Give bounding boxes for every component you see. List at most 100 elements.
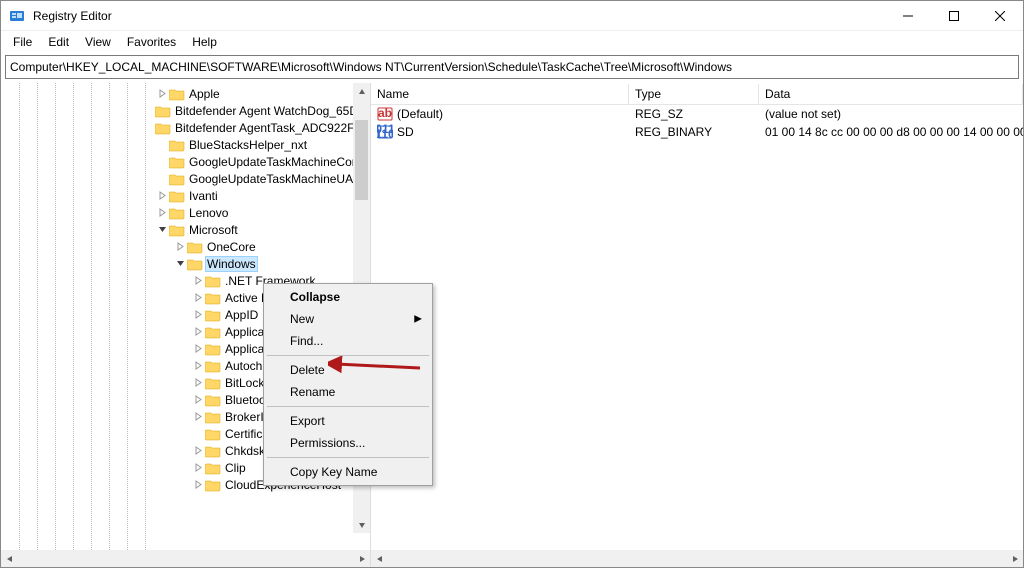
folder-icon — [205, 359, 221, 373]
tree-item[interactable]: Windows — [1, 255, 370, 272]
context-collapse[interactable]: Collapse — [266, 286, 430, 308]
chevron-down-icon[interactable] — [173, 259, 187, 268]
chevron-right-icon[interactable] — [191, 344, 205, 353]
tree-item-label: Bitdefender AgentTask_ADC922FE364548D4 — [173, 121, 370, 135]
chevron-down-icon[interactable] — [155, 225, 169, 234]
tree-item-label: Microsoft — [187, 223, 240, 237]
folder-icon — [205, 274, 221, 288]
menu-edit[interactable]: Edit — [40, 33, 77, 51]
tree-item[interactable]: Bitdefender AgentTask_ADC922FE364548D4 — [1, 119, 370, 136]
chevron-right-icon[interactable] — [155, 208, 169, 217]
close-button[interactable] — [977, 1, 1023, 31]
chevron-right-icon[interactable] — [191, 276, 205, 285]
scroll-right-icon[interactable] — [1006, 550, 1023, 567]
context-new-label: New — [290, 312, 314, 326]
scroll-down-icon[interactable] — [353, 516, 370, 533]
chevron-right-icon[interactable] — [191, 463, 205, 472]
tree-item[interactable]: Microsoft — [1, 221, 370, 238]
folder-icon — [205, 325, 221, 339]
regedit-icon — [9, 8, 25, 24]
values-horizontal-scrollbar[interactable] — [371, 550, 1023, 567]
menu-view[interactable]: View — [77, 33, 119, 51]
folder-icon — [155, 121, 171, 135]
context-delete[interactable]: Delete — [266, 359, 430, 381]
tree-horizontal-scrollbar[interactable] — [1, 550, 370, 567]
context-menu: Collapse New ▶ Find... Delete Rename Expo… — [263, 283, 433, 486]
chevron-right-icon[interactable] — [191, 293, 205, 302]
value-data: 01 00 14 8c cc 00 00 00 d8 00 00 00 14 0… — [759, 124, 1023, 140]
chevron-right-icon: ▶ — [414, 314, 422, 325]
maximize-button[interactable] — [931, 1, 977, 31]
context-find[interactable]: Find... — [266, 330, 430, 352]
folder-icon — [205, 478, 221, 492]
tree-item[interactable]: Bitdefender Agent WatchDog_65D6944A0EF16 — [1, 102, 370, 119]
value-row[interactable]: 011110SDREG_BINARY01 00 14 8c cc 00 00 0… — [371, 123, 1023, 141]
window-title: Registry Editor — [33, 9, 885, 23]
string-value-icon: ab — [377, 106, 393, 122]
tree-item[interactable]: OneCore — [1, 238, 370, 255]
context-copy-key-name[interactable]: Copy Key Name — [266, 461, 430, 483]
value-row[interactable]: ab(Default)REG_SZ(value not set) — [371, 105, 1023, 123]
menu-favorites[interactable]: Favorites — [119, 33, 184, 51]
tree-item-label: Clip — [223, 461, 248, 475]
tree-item[interactable]: Ivanti — [1, 187, 370, 204]
value-data: (value not set) — [759, 106, 1023, 122]
context-new[interactable]: New ▶ — [266, 308, 430, 330]
separator — [267, 457, 429, 458]
chevron-right-icon[interactable] — [191, 395, 205, 404]
column-header-type[interactable]: Type — [629, 84, 759, 104]
minimize-button[interactable] — [885, 1, 931, 31]
value-type: REG_BINARY — [629, 124, 759, 140]
context-rename[interactable]: Rename — [266, 381, 430, 403]
values-body[interactable]: ab(Default)REG_SZ(value not set)011110SD… — [371, 105, 1023, 550]
address-bar[interactable] — [5, 55, 1019, 79]
menu-help[interactable]: Help — [184, 33, 225, 51]
chevron-right-icon[interactable] — [191, 378, 205, 387]
values-header: Name Type Data — [371, 83, 1023, 105]
chevron-right-icon[interactable] — [191, 310, 205, 319]
chevron-right-icon[interactable] — [155, 191, 169, 200]
tree-item[interactable]: GoogleUpdateTaskMachineCore — [1, 153, 370, 170]
value-name: SD — [397, 125, 414, 139]
context-export[interactable]: Export — [266, 410, 430, 432]
tree-item-label: OneCore — [205, 240, 258, 254]
scroll-up-icon[interactable] — [353, 83, 370, 100]
folder-icon — [205, 342, 221, 356]
chevron-right-icon[interactable] — [191, 327, 205, 336]
chevron-right-icon[interactable] — [191, 412, 205, 421]
scroll-left-icon[interactable] — [1, 550, 18, 567]
tree-item-label: Bitdefender Agent WatchDog_65D6944A0EF16 — [173, 104, 370, 118]
context-permissions[interactable]: Permissions... — [266, 432, 430, 454]
folder-icon — [169, 189, 185, 203]
chevron-right-icon[interactable] — [155, 89, 169, 98]
tree-item[interactable]: GoogleUpdateTaskMachineUA — [1, 170, 370, 187]
folder-icon — [169, 172, 185, 186]
registry-editor-window: Registry Editor File Edit View Favorites… — [0, 0, 1024, 568]
chevron-right-icon[interactable] — [191, 361, 205, 370]
tree-item-label: Lenovo — [187, 206, 230, 220]
chevron-right-icon[interactable] — [191, 446, 205, 455]
address-input[interactable] — [10, 60, 1014, 74]
folder-icon — [187, 257, 203, 271]
tree-item[interactable]: Apple — [1, 85, 370, 102]
folder-icon — [155, 104, 171, 118]
chevron-right-icon[interactable] — [191, 480, 205, 489]
tree-item-label: Ivanti — [187, 189, 220, 203]
folder-icon — [169, 87, 185, 101]
folder-icon — [205, 393, 221, 407]
column-header-name[interactable]: Name — [371, 84, 629, 104]
scroll-right-icon[interactable] — [353, 550, 370, 567]
menu-file[interactable]: File — [5, 33, 40, 51]
scroll-thumb[interactable] — [355, 120, 368, 200]
titlebar: Registry Editor — [1, 1, 1023, 31]
folder-icon — [205, 410, 221, 424]
window-controls — [885, 1, 1023, 31]
chevron-right-icon[interactable] — [173, 242, 187, 251]
column-header-data[interactable]: Data — [759, 84, 1023, 104]
tree-item[interactable]: Lenovo — [1, 204, 370, 221]
folder-icon — [169, 138, 185, 152]
scroll-left-icon[interactable] — [371, 550, 388, 567]
tree-item[interactable]: BlueStacksHelper_nxt — [1, 136, 370, 153]
folder-icon — [205, 291, 221, 305]
tree-item-label: Chkdsk — [223, 444, 267, 458]
